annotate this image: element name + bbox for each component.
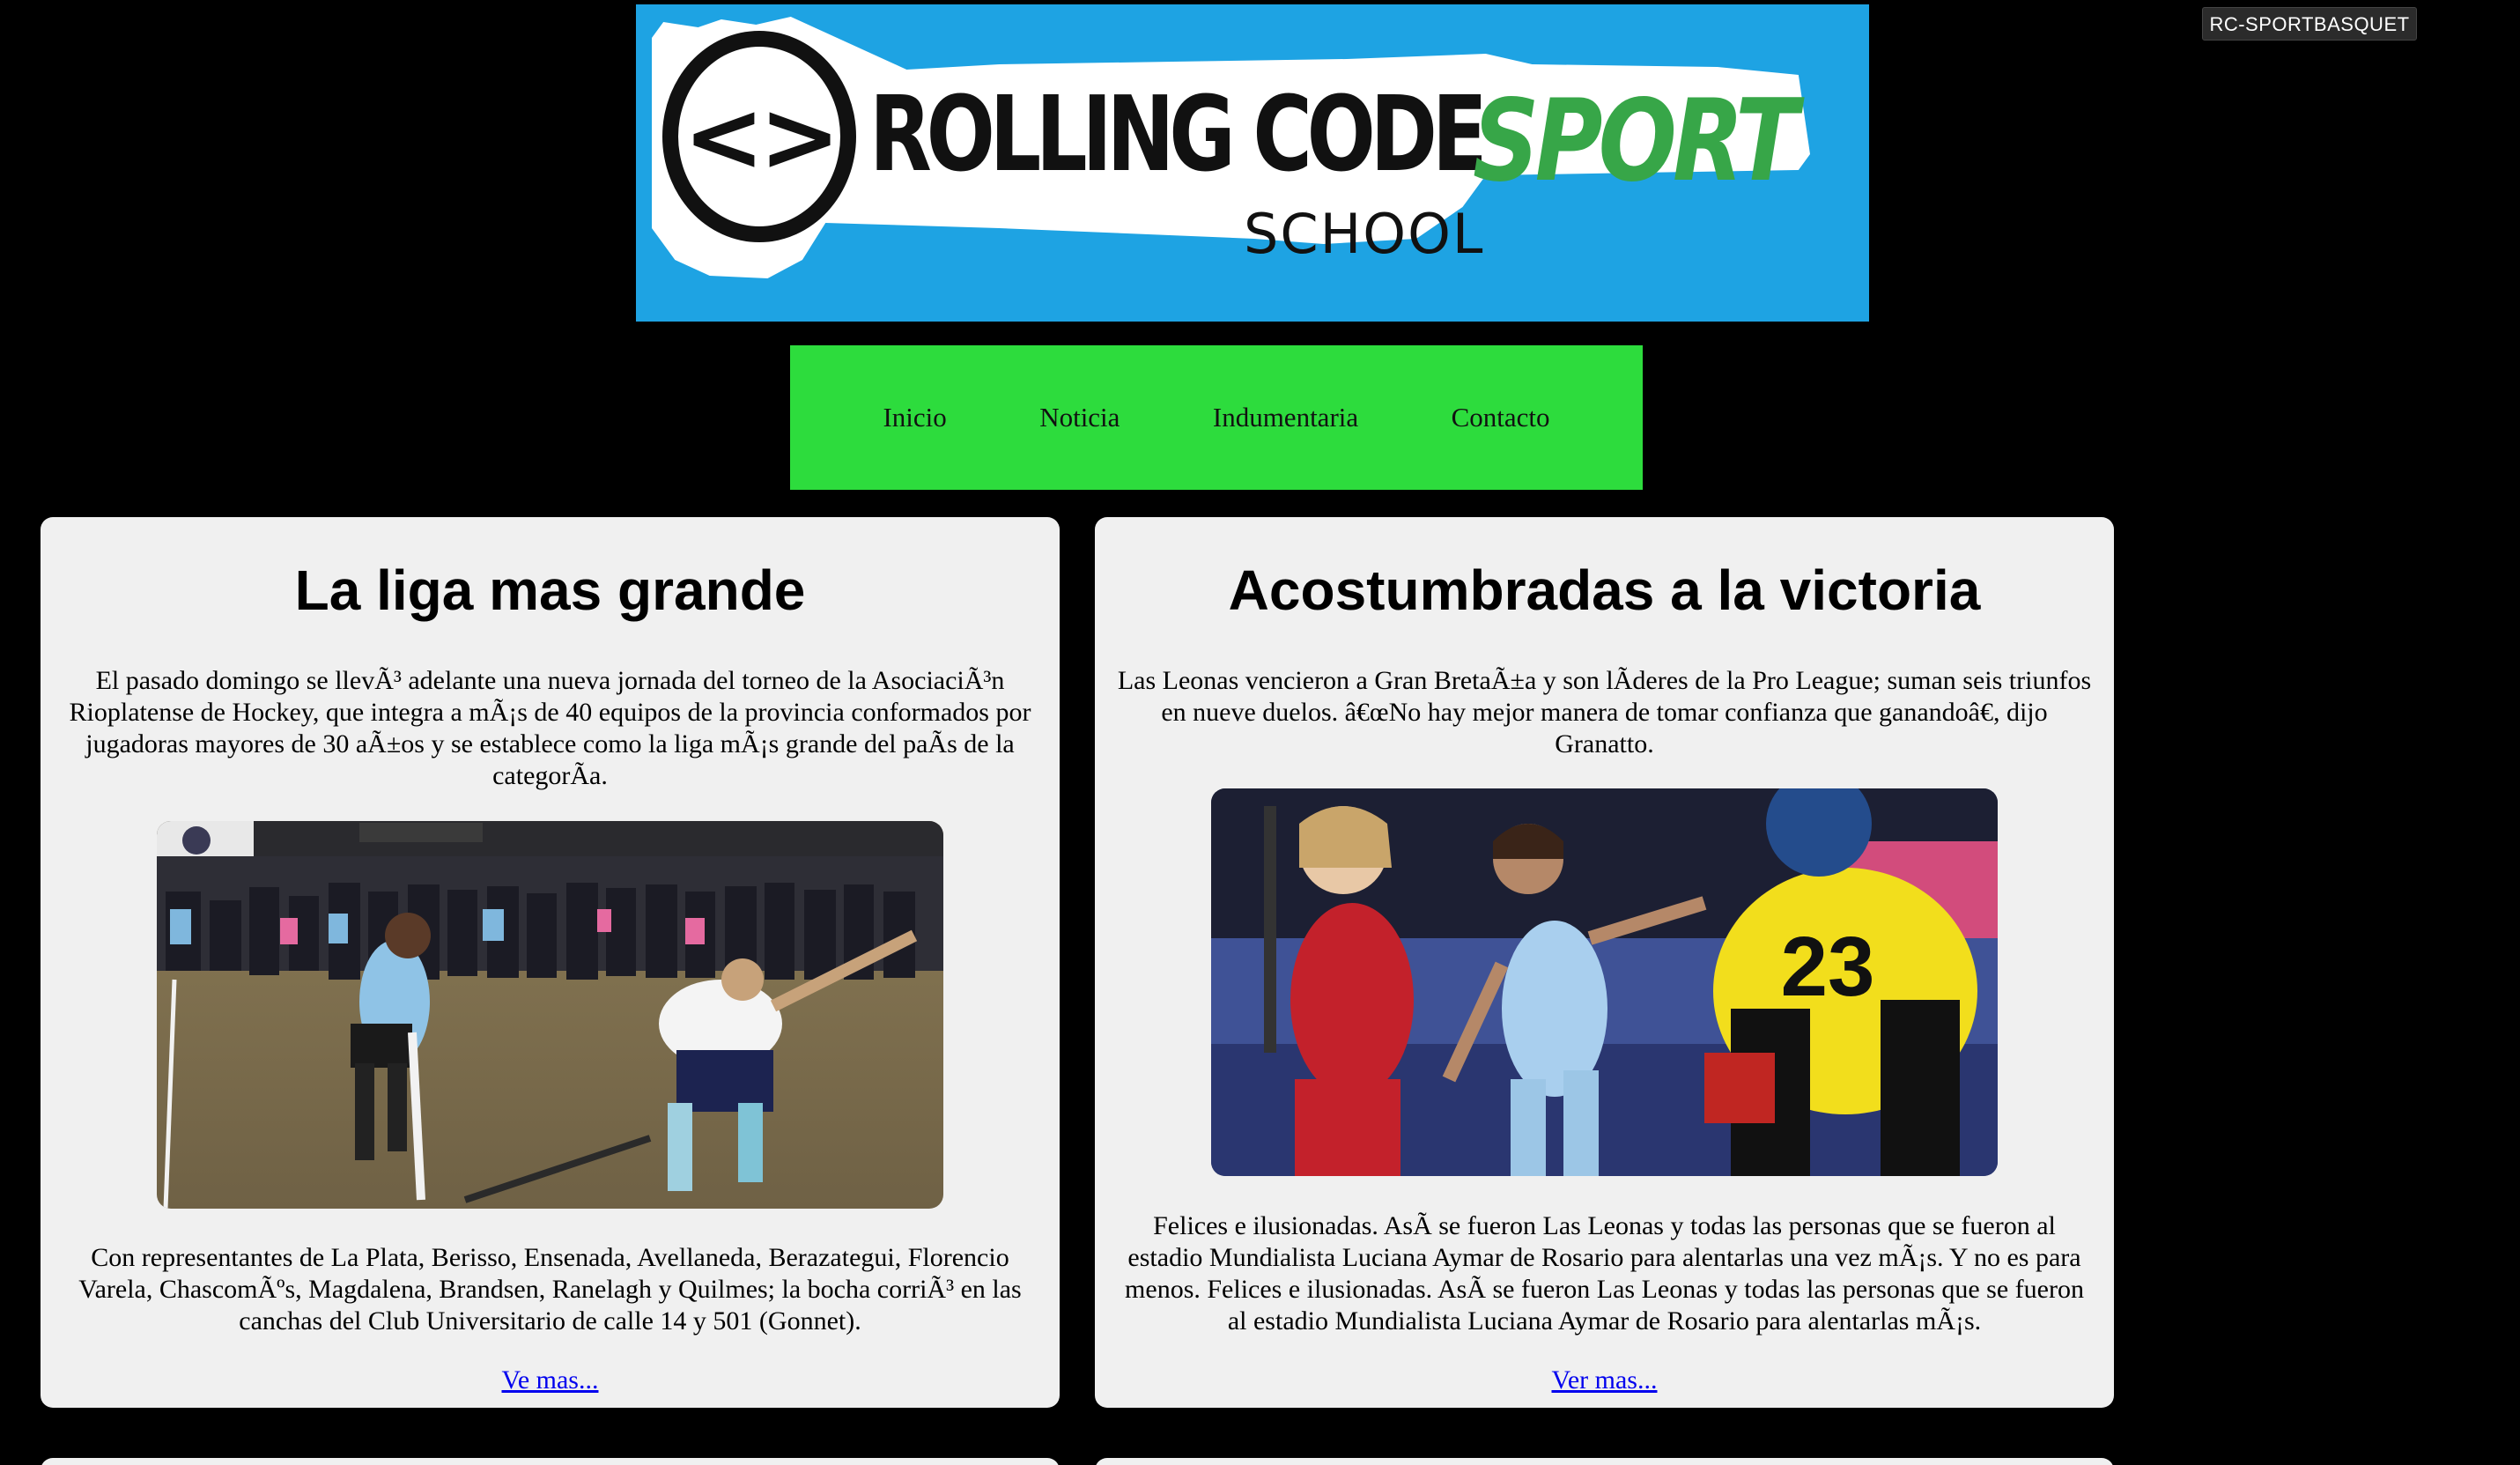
- news-card-1: La liga mas grande El pasado domingo se …: [41, 517, 1060, 1408]
- news-card-4-partial: [1095, 1458, 2114, 1465]
- hockey-match-image: [157, 821, 943, 1209]
- page: RC-SPORTBASQUET <> ROLLING CODE SPORT SC…: [0, 0, 2520, 1465]
- top-badge: RC-SPORTBASQUET: [2202, 7, 2417, 41]
- code-brackets-icon: <>: [683, 80, 840, 193]
- card-body: Con representantes de La Plata, Berisso,…: [78, 1243, 1022, 1336]
- read-more-link[interactable]: Ve mas...: [41, 1365, 1060, 1395]
- card-title: Acostumbradas a la victoria: [1228, 559, 1981, 622]
- nav-item-contacto[interactable]: Contacto: [1452, 402, 1550, 433]
- main-nav: Inicio Noticia Indumentaria Contacto: [790, 345, 1643, 490]
- leonas-celebration-image: 23: [1211, 788, 1998, 1176]
- read-more-link[interactable]: Ver mas...: [1095, 1365, 2114, 1395]
- logo-brand-left: ROLLING CODE: [869, 73, 1488, 195]
- news-card-3-partial: [41, 1458, 1060, 1465]
- news-card-2: Acostumbradas a la victoria Las Leonas v…: [1095, 517, 2114, 1408]
- card-intro: Las Leonas vencieron a Gran BretaÃ±a y s…: [1117, 666, 2092, 758]
- card-title: La liga mas grande: [294, 559, 806, 622]
- hockey-match-photo: [157, 821, 943, 1209]
- card-body: Felices e ilusionadas. AsÃ se fueron Las…: [1125, 1211, 2084, 1336]
- card-intro: El pasado domingo se llevÃ³ adelante una…: [69, 666, 1031, 790]
- logo-brand-sub: SCHOOL: [1244, 202, 1485, 266]
- leonas-celebration-photo: 23: [1211, 788, 1998, 1176]
- logo-banner[interactable]: <> ROLLING CODE SPORT SCHOOL: [636, 4, 1869, 322]
- nav-item-noticia[interactable]: Noticia: [1039, 402, 1120, 433]
- svg-text:23: 23: [1781, 920, 1875, 1014]
- logo-brand-right: SPORT: [1473, 76, 1799, 207]
- nav-item-indumentaria[interactable]: Indumentaria: [1213, 402, 1358, 433]
- nav-item-inicio[interactable]: Inicio: [883, 402, 946, 433]
